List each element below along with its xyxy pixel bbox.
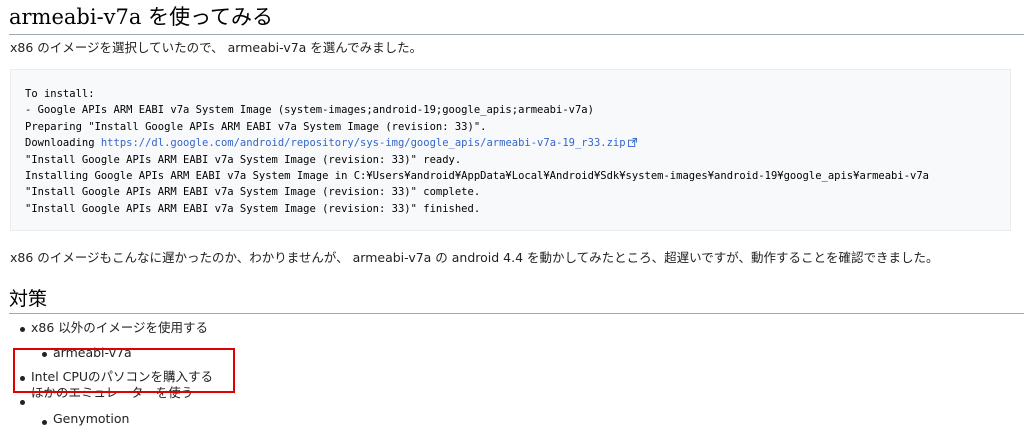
- list-bullet: [20, 327, 25, 332]
- external-link-icon: [627, 138, 637, 148]
- code-line: Preparing "Install Google APIs ARM EABI …: [25, 120, 487, 133]
- subsection-heading: 対策: [9, 287, 1024, 314]
- list-item: x86 以外のイメージを使用する: [31, 320, 209, 335]
- code-block: To install: - Google APIs ARM EABI v7a S…: [10, 69, 1011, 231]
- code-line: "Install Google APIs ARM EABI v7a System…: [25, 202, 481, 215]
- code-line: Installing Google APIs ARM EABI v7a Syst…: [25, 170, 929, 183]
- code-line: "Install Google APIs ARM EABI v7a System…: [25, 153, 462, 166]
- intro-paragraph: x86 のイメージを選択していたので、 armeabi-v7a を選んでみました…: [10, 40, 423, 55]
- result-paragraph: x86 のイメージもこんなに遅かったのか、わかりませんが、 armeabi-v7…: [10, 250, 939, 265]
- list-bullet: [42, 420, 47, 425]
- highlight-box: [13, 348, 235, 393]
- section-heading: armeabi-v7a を使ってみる: [9, 4, 1024, 35]
- code-line: "Install Google APIs ARM EABI v7a System…: [25, 186, 481, 199]
- download-link[interactable]: https://dl.google.com/android/repository…: [101, 137, 626, 149]
- code-line: Downloading: [25, 137, 101, 150]
- code-line: To install:: [25, 88, 95, 100]
- list-item: Genymotion: [53, 411, 130, 426]
- list-bullet: [20, 400, 25, 405]
- code-line: - Google APIs ARM EABI v7a System Image …: [25, 104, 594, 117]
